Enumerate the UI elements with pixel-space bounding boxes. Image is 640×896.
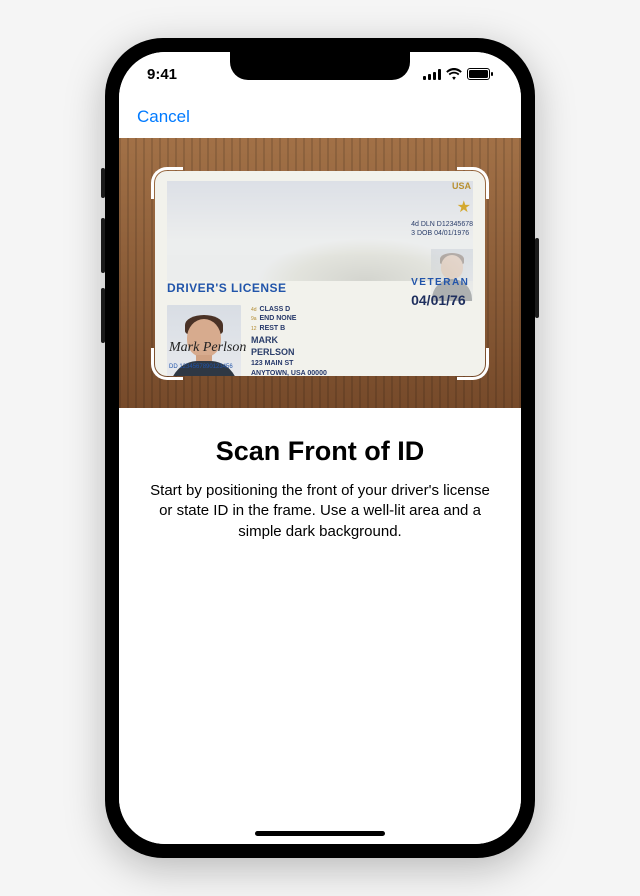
veteran-badge: VETERAN — [411, 277, 473, 288]
cancel-button[interactable]: Cancel — [135, 103, 192, 131]
volume-up — [101, 218, 105, 273]
battery-icon — [467, 68, 493, 80]
silent-switch — [101, 168, 105, 198]
status-time: 9:41 — [147, 66, 177, 83]
id-card: DRIVER'S LICENSE USA ★ 4d DLN D12345678 … — [155, 171, 485, 376]
home-indicator[interactable] — [255, 831, 385, 836]
volume-down — [101, 288, 105, 343]
dd-number: DD 1234567890123456 — [169, 364, 233, 370]
scan-frame: DRIVER'S LICENSE USA ★ 4d DLN D12345678 … — [155, 171, 485, 376]
card-right-column: 4d DLN D12345678 3 DOB 04/01/1976 VETERA… — [411, 221, 473, 310]
instruction-panel: Scan Front of ID Start by positioning th… — [119, 408, 521, 844]
notch — [230, 52, 410, 80]
real-id-star-icon: ★ — [457, 197, 471, 217]
card-country: USA — [452, 181, 471, 191]
card-fields: 4d CLASS D 9a END NONE 12 REST B MARK PE… — [251, 305, 473, 376]
power-button — [535, 238, 539, 318]
nav-bar: Cancel — [119, 96, 521, 138]
page-description: Start by positioning the front of your d… — [149, 481, 491, 542]
page-title: Scan Front of ID — [149, 436, 491, 467]
cellular-icon — [423, 69, 441, 80]
wifi-icon — [446, 68, 462, 80]
screen: 9:41 Cancel DRIVER'S LICENSE USA ★ — [119, 52, 521, 844]
camera-viewfinder[interactable]: DRIVER'S LICENSE USA ★ 4d DLN D12345678 … — [119, 138, 521, 408]
phone-frame: 9:41 Cancel DRIVER'S LICENSE USA ★ — [105, 38, 535, 858]
signature: Mark Perlson — [169, 340, 246, 356]
